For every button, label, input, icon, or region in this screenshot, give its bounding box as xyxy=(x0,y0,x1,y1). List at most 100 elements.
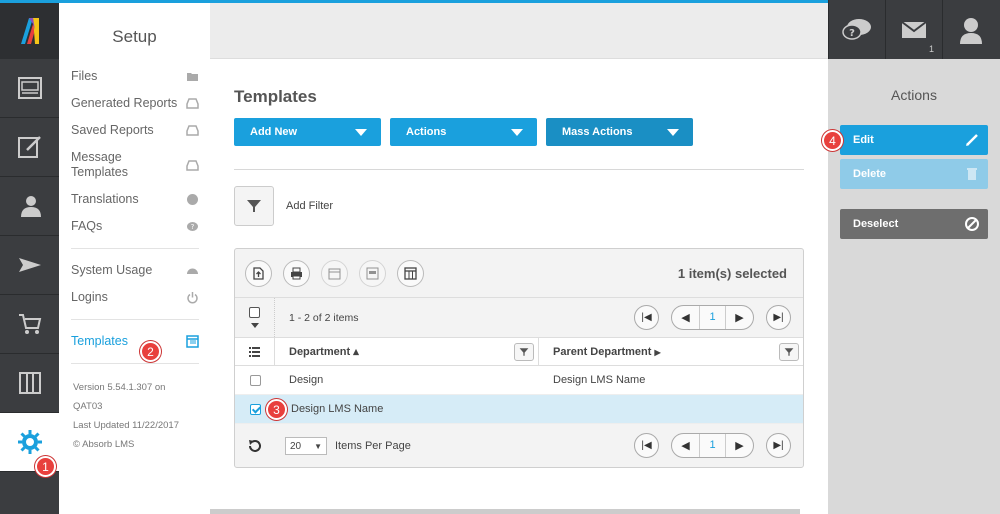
first-page-button[interactable]: |◀ xyxy=(634,433,659,458)
export-button[interactable] xyxy=(245,259,272,287)
profile-button[interactable] xyxy=(942,0,999,59)
current-page[interactable]: 1 xyxy=(699,306,726,329)
filter-icon xyxy=(247,200,261,212)
print-button[interactable] xyxy=(283,259,310,287)
layout-button[interactable] xyxy=(359,259,386,287)
setup-item-message-templates[interactable]: Message Templates xyxy=(71,144,199,186)
columns-button[interactable] xyxy=(397,259,424,287)
calendar-icon xyxy=(328,268,341,279)
messages-rail-item[interactable] xyxy=(0,236,59,295)
users-rail-item[interactable] xyxy=(0,177,59,236)
last-page-button[interactable]: ▶| xyxy=(766,433,791,458)
courses-rail-item[interactable] xyxy=(0,118,59,177)
delete-button[interactable]: Delete xyxy=(840,159,988,189)
column-filter-button[interactable] xyxy=(779,342,799,361)
chat-help-icon: ? xyxy=(842,18,871,40)
select-all-checkbox[interactable] xyxy=(249,306,260,318)
items-per-page-select[interactable]: 20 ▼ xyxy=(285,437,327,455)
deselect-button[interactable]: Deselect xyxy=(840,209,988,239)
copyright-text: © Absorb LMS xyxy=(73,439,135,450)
prev-page-button[interactable]: ◀ xyxy=(672,311,699,324)
schedule-button[interactable] xyxy=(321,259,348,287)
reset-button[interactable] xyxy=(235,438,275,454)
inbox-icon xyxy=(186,124,199,137)
table-row[interactable]: Design Design LMS Name xyxy=(235,366,803,395)
grid-toolbar: 1 item(s) selected xyxy=(235,249,803,298)
last-page-icon: ▶| xyxy=(773,312,784,323)
globe-icon xyxy=(186,193,199,206)
actions-panel: Actions Edit Delete Deselect xyxy=(828,59,1000,514)
setup-menu-group-2: System Usage Logins xyxy=(59,257,210,311)
column-header-department[interactable]: Department ▴ xyxy=(275,338,539,365)
layout-rail-item[interactable] xyxy=(0,354,59,413)
dashboard-rail-item[interactable] xyxy=(0,59,59,118)
caret-down-icon: ▼ xyxy=(314,441,322,451)
filter-icon xyxy=(519,347,529,356)
ecommerce-rail-item[interactable] xyxy=(0,295,59,354)
gauge-icon xyxy=(186,264,199,277)
messages-button[interactable]: 1 xyxy=(885,0,942,59)
template-icon xyxy=(186,335,199,348)
column-header-parent-department[interactable]: Parent Department ▶ xyxy=(539,338,803,365)
templates-grid: 1 item(s) selected 1 - 2 of 2 items |◀ ◀… xyxy=(234,248,804,468)
help-chat-button[interactable]: ? xyxy=(828,0,885,59)
add-filter-button[interactable] xyxy=(234,186,274,226)
column-filter-button[interactable] xyxy=(514,342,534,361)
items-count: 1 - 2 of 2 items xyxy=(289,311,359,324)
layout-icon xyxy=(366,267,379,279)
page-nav-group: ◀ 1 ▶ xyxy=(671,305,754,330)
next-page-button[interactable]: ▶ xyxy=(726,311,753,324)
row-menu-header[interactable] xyxy=(235,338,275,365)
print-icon xyxy=(291,267,302,279)
setup-item-templates[interactable]: Templates xyxy=(71,328,199,355)
version-info: Version 5.54.1.307 on QAT03 Last Updated… xyxy=(59,378,210,454)
edit-document-icon xyxy=(17,136,41,158)
first-page-button[interactable]: |◀ xyxy=(634,305,659,330)
user-icon xyxy=(960,17,982,44)
caret-down-icon xyxy=(667,129,679,136)
callout-badge: 1 xyxy=(35,456,56,477)
gear-icon xyxy=(17,430,42,454)
setup-item-translations[interactable]: Translations xyxy=(71,186,199,213)
add-new-dropdown[interactable]: Add New xyxy=(234,118,381,146)
setup-item-files[interactable]: Files xyxy=(71,63,199,90)
icon-rail xyxy=(0,0,59,514)
prev-page-button[interactable]: ◀ xyxy=(672,439,699,452)
row-checkbox[interactable] xyxy=(249,374,261,386)
row-checkbox[interactable] xyxy=(249,403,261,415)
filter-icon xyxy=(784,347,794,356)
current-page[interactable]: 1 xyxy=(699,434,726,457)
mass-actions-dropdown[interactable]: Mass Actions xyxy=(546,118,693,146)
help-icon: ? xyxy=(186,220,199,233)
grid-footer: 20 ▼ Items Per Page |◀ ◀ 1 ▶ ▶| xyxy=(235,424,803,468)
setup-item-logins[interactable]: Logins xyxy=(71,284,199,311)
select-all-control[interactable] xyxy=(235,298,275,337)
caret-right-icon: ▶ xyxy=(654,347,661,357)
callout-badge: 3 xyxy=(266,399,287,420)
actions-dropdown[interactable]: Actions xyxy=(390,118,537,146)
columns-icon xyxy=(18,372,41,394)
app-logo[interactable] xyxy=(0,0,59,59)
cart-icon xyxy=(18,314,41,334)
svg-text:?: ? xyxy=(191,223,195,231)
horizontal-scrollbar[interactable] xyxy=(210,509,800,514)
setup-item-system-usage[interactable]: System Usage xyxy=(71,257,199,284)
setup-menu-group-1: Files Generated Reports Saved Reports Me… xyxy=(59,63,210,240)
callout-badge: 2 xyxy=(140,341,161,362)
last-page-icon: ▶| xyxy=(773,440,784,451)
list-icon xyxy=(249,346,260,357)
first-page-icon: |◀ xyxy=(641,312,652,323)
setup-item-generated-reports[interactable]: Generated Reports xyxy=(71,90,199,117)
setup-item-faqs[interactable]: FAQs? xyxy=(71,213,199,240)
columns-icon xyxy=(404,266,417,280)
cell-parent-department: Design LMS Name xyxy=(553,374,646,386)
dashboard-icon xyxy=(17,77,42,99)
edit-button[interactable]: Edit xyxy=(840,125,988,155)
divider xyxy=(71,363,199,364)
add-filter-label[interactable]: Add Filter xyxy=(286,200,333,212)
last-page-button[interactable]: ▶| xyxy=(766,305,791,330)
setup-item-saved-reports[interactable]: Saved Reports xyxy=(71,117,199,144)
table-row[interactable]: Design LMS Name xyxy=(235,395,803,424)
page-title: Templates xyxy=(234,87,317,106)
next-page-button[interactable]: ▶ xyxy=(726,439,753,452)
